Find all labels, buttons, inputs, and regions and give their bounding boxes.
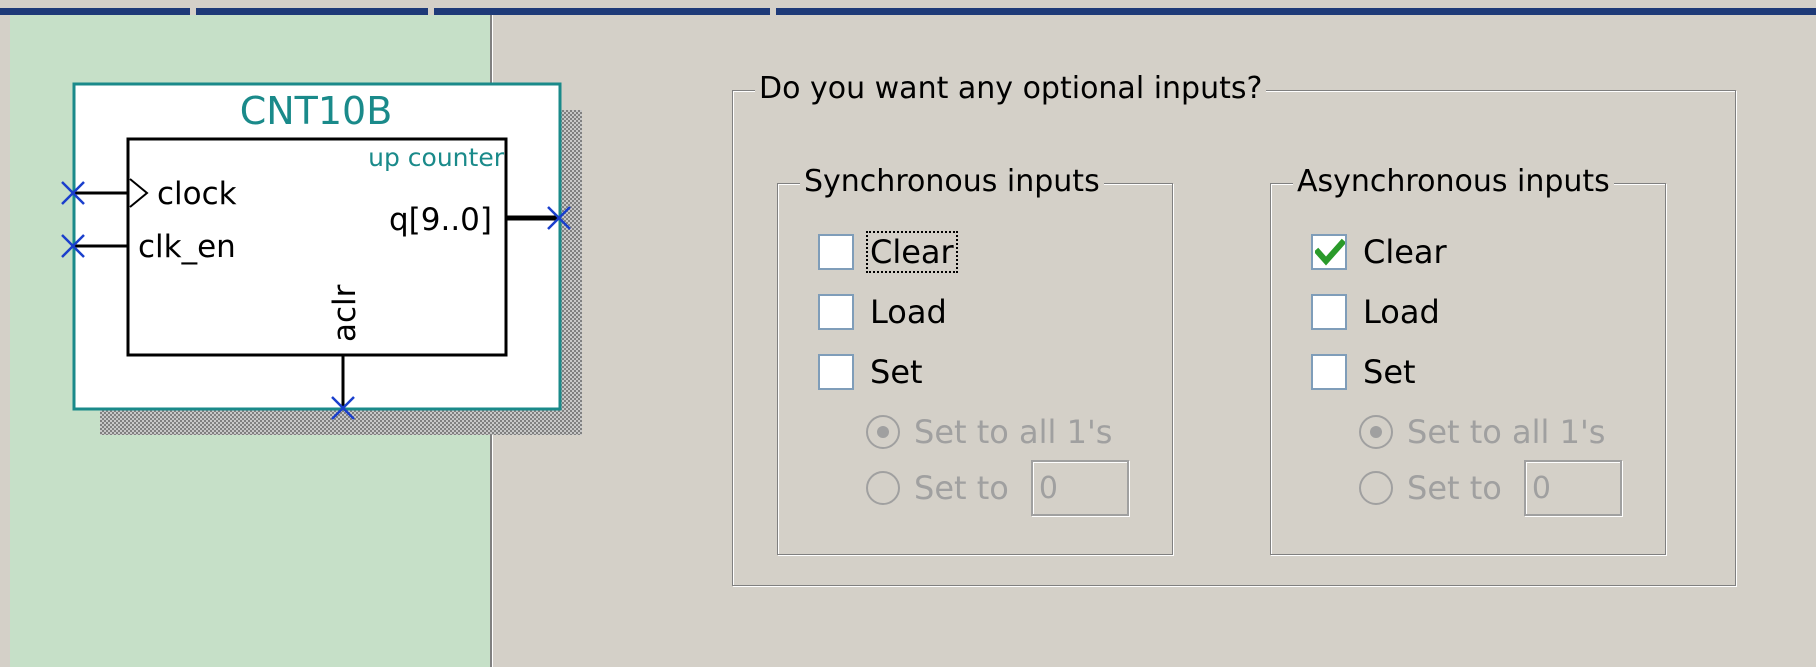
sync-clear-label: Clear [866,231,958,273]
async-set-to-radio[interactable] [1359,471,1393,505]
async-set-option[interactable]: Set [1311,352,1418,392]
asynchronous-inputs-group: Asynchronous inputs Clear Load Set Set t… [1270,165,1666,555]
async-set-all-ones-option[interactable]: Set to all 1's [1359,412,1605,452]
sync-set-label: Set [870,353,923,391]
async-set-to-value-input[interactable] [1523,460,1622,516]
port-output-label: q[9..0] [389,202,492,238]
async-set-all-ones-label: Set to all 1's [1407,413,1606,451]
async-load-checkbox[interactable] [1311,294,1347,330]
port-clk-en-label: clk_en [138,229,236,265]
async-clear-option[interactable]: Clear [1311,232,1449,272]
async-load-label: Load [1363,293,1440,331]
async-set-all-ones-radio[interactable] [1359,415,1393,449]
optional-inputs-group: Do you want any optional inputs? Synchro… [732,72,1736,586]
symbol-type-label: up counter [368,143,505,172]
async-load-option[interactable]: Load [1311,292,1442,332]
async-clear-checkbox[interactable] [1311,234,1347,270]
async-clear-label: Clear [1363,233,1447,271]
port-clock-label: clock [157,176,237,212]
symbol-name: CNT10B [240,89,393,133]
sync-set-to-radio[interactable] [866,471,900,505]
async-set-checkbox[interactable] [1311,354,1347,390]
async-set-label: Set [1363,353,1416,391]
synchronous-inputs-group: Synchronous inputs Clear Load Set Set to… [777,165,1173,555]
synchronous-inputs-title: Synchronous inputs [800,165,1104,199]
sync-set-all-ones-radio[interactable] [866,415,900,449]
sync-set-all-ones-option[interactable]: Set to all 1's [866,412,1112,452]
sync-clear-option[interactable]: Clear [818,231,958,273]
sync-set-to-value-input[interactable] [1030,460,1129,516]
checkmark-icon [1315,238,1345,266]
asynchronous-inputs-title: Asynchronous inputs [1293,165,1614,199]
optional-inputs-title: Do you want any optional inputs? [755,72,1267,106]
port-aclr-label: aclr [327,284,363,342]
async-set-to-option[interactable]: Set to [1359,458,1622,518]
sync-set-to-label: Set to [914,469,1009,507]
sync-load-checkbox[interactable] [818,294,854,330]
tab-4[interactable] [776,8,1816,15]
sync-set-all-ones-label: Set to all 1's [914,413,1113,451]
sync-load-label: Load [870,293,947,331]
sync-clear-checkbox[interactable] [818,234,854,270]
symbol-preview: CNT10B up counter clock clk_en q[9..0] a… [61,82,582,435]
sync-load-option[interactable]: Load [818,292,949,332]
sync-set-option[interactable]: Set [818,352,925,392]
sync-set-checkbox[interactable] [818,354,854,390]
sync-set-to-option[interactable]: Set to [866,458,1129,518]
async-set-to-label: Set to [1407,469,1502,507]
